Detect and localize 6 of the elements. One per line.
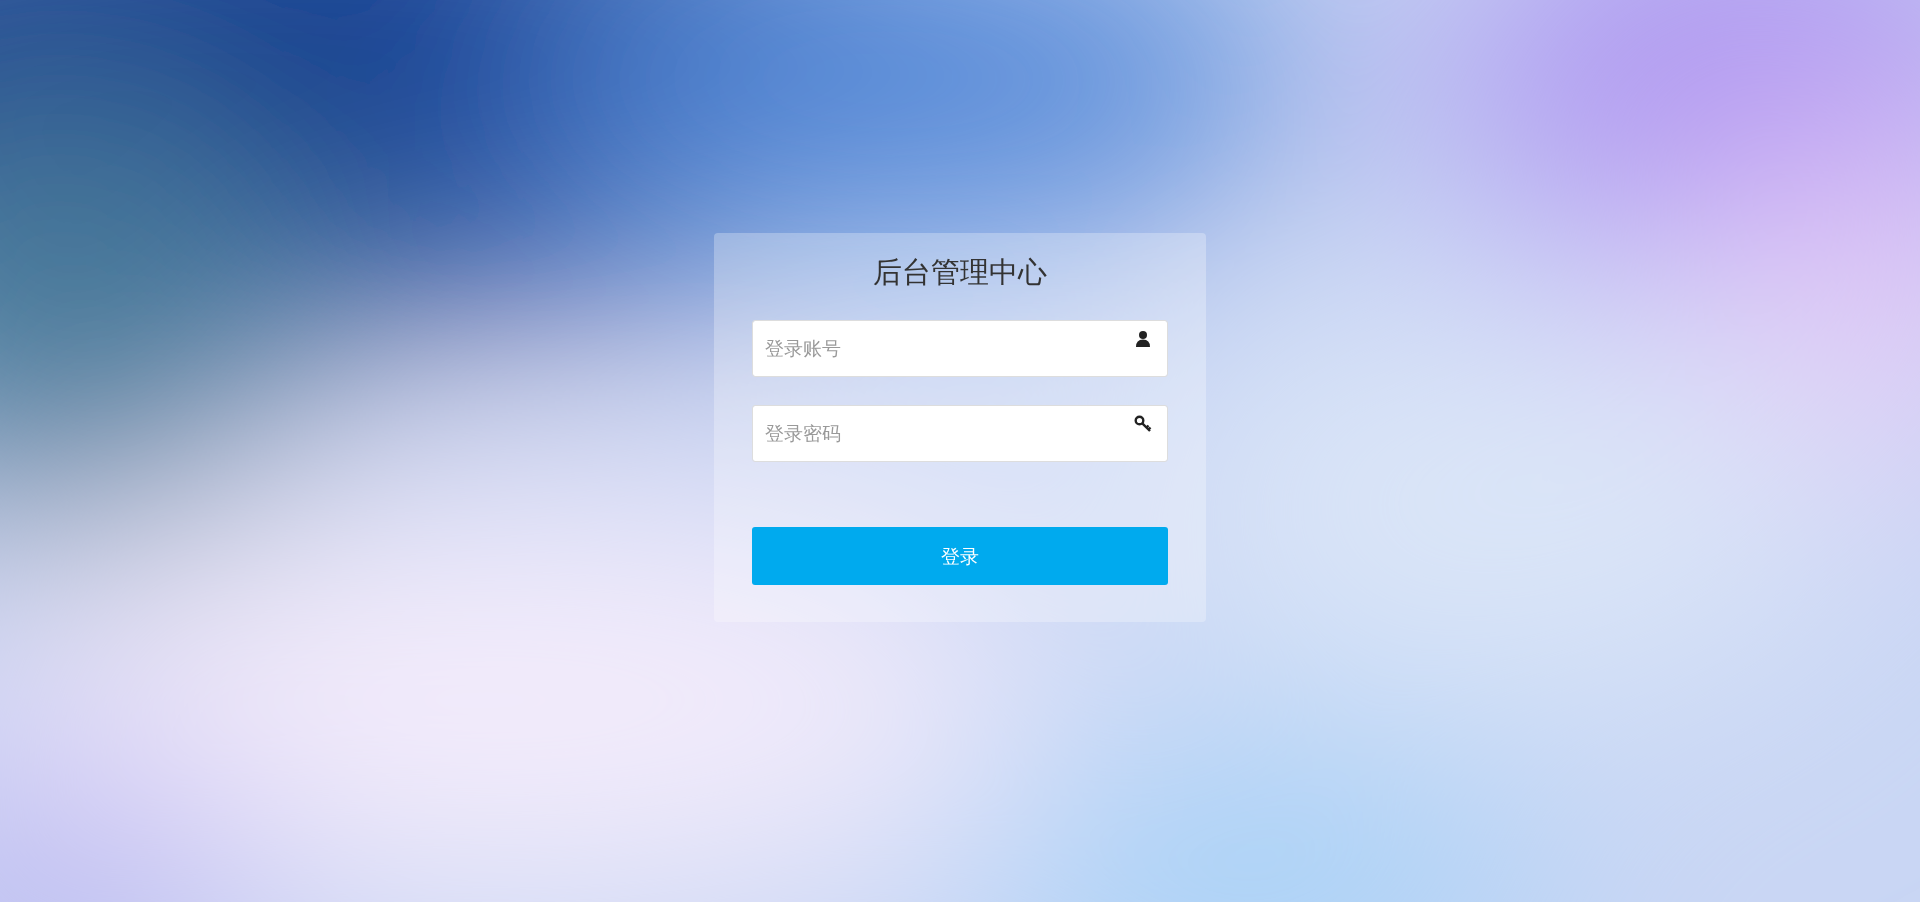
login-button[interactable]: 登录	[752, 526, 1168, 585]
password-field[interactable]: 登录密码	[752, 404, 1168, 462]
key-icon	[1134, 414, 1152, 433]
account-field[interactable]: 登录账号	[752, 319, 1168, 377]
panel-title: 后台管理中心	[872, 255, 1048, 290]
user-icon	[1134, 329, 1152, 348]
